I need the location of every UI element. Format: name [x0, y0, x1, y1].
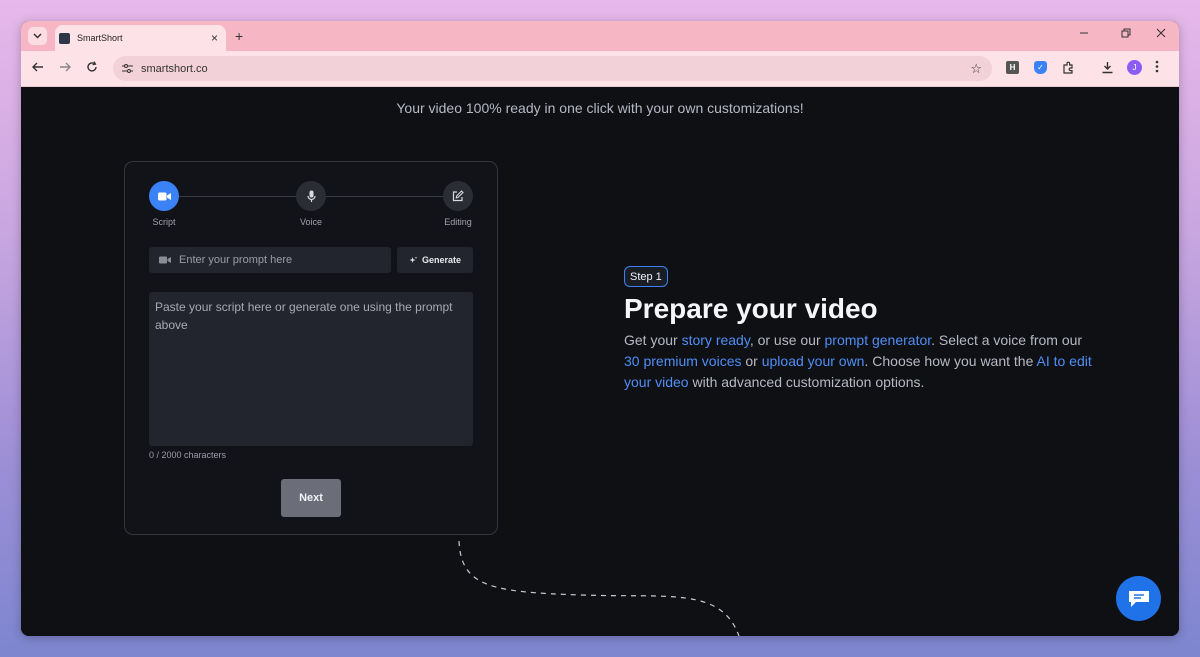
prompt-generator-link[interactable]: prompt generator [825, 332, 932, 348]
step-editing[interactable] [443, 181, 473, 211]
desc-text: . Select a voice from our [931, 332, 1083, 348]
section-description: Get your story ready, or use our prompt … [624, 330, 1094, 393]
url-text: smartshort.co [141, 62, 208, 75]
chat-bubble-icon [1128, 590, 1149, 607]
video-camera-icon [159, 256, 171, 264]
tab-smartshort[interactable]: SmartShort × [55, 25, 226, 51]
new-tab-button[interactable]: + [235, 27, 243, 45]
page-content: Your video 100% ready in one click with … [21, 87, 1179, 636]
close-icon [1156, 28, 1166, 38]
edit-icon [452, 190, 464, 202]
download-icon[interactable] [1101, 61, 1114, 74]
script-textarea[interactable] [149, 292, 473, 446]
shield-extension-icon[interactable]: ✓ [1034, 61, 1047, 74]
step-voice[interactable] [296, 181, 326, 211]
prompt-input-wrapper [149, 247, 391, 273]
step-label-editing: Editing [444, 217, 472, 227]
site-info-icon[interactable] [121, 62, 134, 75]
chat-support-button[interactable] [1116, 576, 1161, 621]
tab-title: SmartShort [77, 33, 123, 43]
character-count: 0 / 2000 characters [149, 450, 227, 460]
browser-window: SmartShort × + smartshort.co ☆ H ✓ J You… [21, 21, 1179, 636]
favicon-icon [59, 32, 70, 44]
minimize-button[interactable] [1079, 28, 1089, 42]
story-ready-link[interactable]: story ready [682, 332, 750, 348]
back-button[interactable] [32, 61, 44, 76]
browser-menu-icon[interactable] [1155, 60, 1159, 76]
desc-text: Get your [624, 332, 682, 348]
tab-close-icon[interactable]: × [211, 32, 218, 44]
video-icon [157, 192, 171, 200]
arrow-left-icon [32, 62, 43, 72]
prompt-input[interactable] [179, 254, 379, 266]
step-label-script: Script [152, 217, 176, 227]
generate-label: Generate [421, 255, 462, 265]
desc-text: or [741, 353, 762, 369]
restore-button[interactable] [1121, 28, 1131, 42]
arrow-right-icon [60, 62, 71, 72]
minimize-icon [1080, 32, 1088, 34]
desc-text: . Choose how you want the [864, 353, 1037, 369]
close-window-button[interactable] [1156, 28, 1166, 42]
upload-your-own-link[interactable]: upload your own [762, 353, 865, 369]
extensions-puzzle-icon[interactable] [1062, 61, 1075, 74]
extension-h-icon[interactable]: H [1006, 61, 1019, 74]
premium-voices-link[interactable]: 30 premium voices [624, 353, 742, 369]
address-bar[interactable]: smartshort.co ☆ [113, 56, 992, 81]
tab-strip: SmartShort × + [21, 21, 1179, 51]
sparkle-icon [409, 256, 418, 263]
bookmark-star-icon[interactable]: ☆ [970, 61, 982, 77]
page-headline: Your video 100% ready in one click with … [396, 100, 804, 116]
desc-text: with advanced customization options. [688, 374, 925, 390]
reload-icon [87, 61, 97, 72]
profile-avatar[interactable]: J [1127, 60, 1142, 75]
desc-text: , or use our [749, 332, 825, 348]
restore-icon [1121, 28, 1131, 38]
chevron-down-icon [33, 33, 42, 39]
tab-search-button[interactable] [28, 27, 47, 45]
forward-button[interactable] [59, 61, 71, 76]
microphone-icon [306, 190, 316, 202]
browser-toolbar: smartshort.co ☆ H ✓ J [21, 51, 1179, 87]
step-badge: Step 1 [624, 266, 668, 287]
generate-button[interactable]: Generate [397, 247, 473, 273]
next-button[interactable]: Next [281, 479, 341, 517]
step-label-voice: Voice [299, 217, 323, 227]
script-card: Script Voice Editing Generate 0 / 2000 c… [124, 161, 498, 535]
section-title: Prepare your video [624, 293, 878, 324]
reload-button[interactable] [86, 61, 98, 76]
step-script[interactable] [149, 181, 179, 211]
